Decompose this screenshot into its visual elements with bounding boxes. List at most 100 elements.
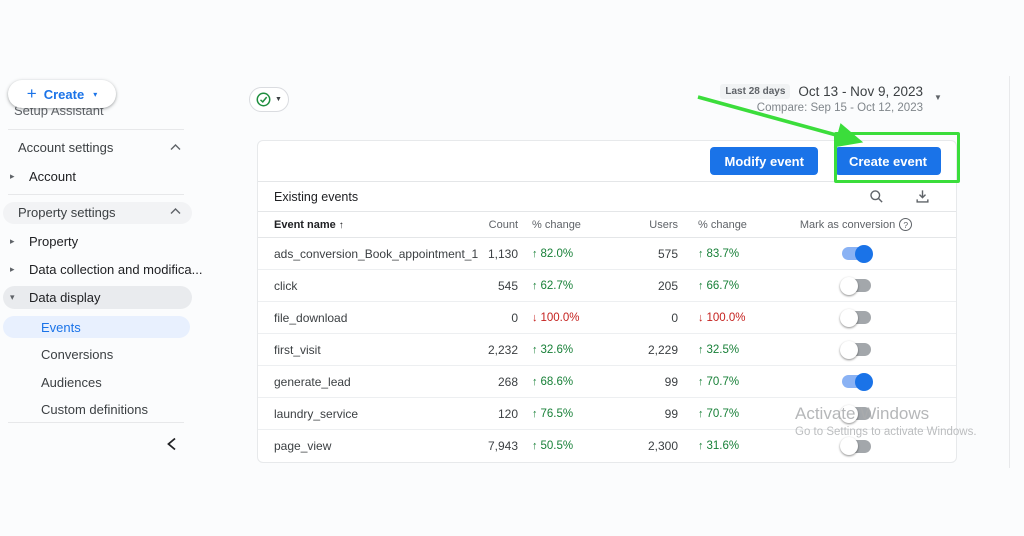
expand-arrow-icon: ▸ bbox=[10, 236, 15, 246]
conversion-toggle[interactable] bbox=[839, 404, 871, 423]
toggle-knob bbox=[839, 340, 858, 359]
count-change: ↓ 100.0% bbox=[526, 312, 606, 324]
conversion-toggle[interactable] bbox=[841, 244, 873, 263]
download-button[interactable] bbox=[915, 189, 930, 204]
table-row: click 545 ↑ 62.7% 205 ↑ 66.7% bbox=[258, 270, 956, 302]
toggle-knob bbox=[839, 404, 858, 423]
date-compare-text: Compare: Sep 15 - Oct 12, 2023 bbox=[756, 102, 923, 114]
count-change: ↑ 32.6% bbox=[526, 344, 606, 356]
chevron-up-icon[interactable] bbox=[170, 208, 181, 215]
users-change: ↑ 70.7% bbox=[692, 376, 772, 388]
toggle-knob bbox=[854, 244, 873, 263]
chevron-down-icon: ▾ bbox=[93, 89, 98, 99]
sidebar-item-audiences[interactable]: Audiences bbox=[41, 375, 102, 390]
column-event-name[interactable]: Event name ↑ bbox=[274, 219, 464, 231]
events-filter-pill[interactable]: ▼ bbox=[249, 87, 289, 112]
count-change: ↑ 76.5% bbox=[526, 408, 606, 420]
collapse-sidebar-button[interactable] bbox=[162, 434, 182, 454]
column-users[interactable]: Users bbox=[606, 219, 678, 231]
users-change-value: 32.5% bbox=[706, 343, 740, 356]
table-title: Existing events bbox=[274, 189, 359, 204]
count-change: ↑ 68.6% bbox=[526, 376, 606, 388]
sidebar-item-data-collection[interactable]: ▸ Data collection and modifica... bbox=[10, 262, 202, 277]
column-users-change[interactable]: % change bbox=[692, 219, 772, 231]
event-users: 205 bbox=[657, 278, 678, 293]
toggle-knob bbox=[839, 308, 858, 327]
check-circle-icon bbox=[256, 92, 271, 107]
change-arrow-icon: ↓ bbox=[698, 311, 704, 324]
conversion-toggle[interactable] bbox=[839, 276, 871, 295]
sidebar-item-events-bg bbox=[3, 316, 190, 338]
change-arrow-icon: ↑ bbox=[532, 279, 538, 292]
sidebar-item-data-display[interactable]: ▾ Data display bbox=[10, 290, 101, 305]
sidebar-item-label: Audiences bbox=[41, 375, 102, 390]
conversion-toggle[interactable] bbox=[841, 372, 873, 391]
section-property-settings[interactable]: Property settings bbox=[18, 205, 116, 220]
table-row: generate_lead 268 ↑ 68.6% 99 ↑ 70.7% bbox=[258, 366, 956, 398]
sidebar-item-account[interactable]: ▸ Account bbox=[10, 169, 76, 184]
create-event-button[interactable]: Create event bbox=[834, 147, 941, 175]
toggle-knob bbox=[839, 276, 858, 295]
conversion-toggle[interactable] bbox=[839, 308, 871, 327]
users-change-value: 66.7% bbox=[706, 279, 740, 292]
sidebar-item-events[interactable]: Events bbox=[41, 320, 81, 335]
event-users: 2,229 bbox=[647, 342, 678, 357]
count-change-value: 50.5% bbox=[540, 440, 574, 452]
count-change-value: 68.6% bbox=[540, 375, 574, 388]
event-count: 268 bbox=[497, 374, 518, 389]
search-icon bbox=[870, 190, 883, 203]
event-count: 0 bbox=[511, 310, 518, 325]
chevron-down-icon: ▼ bbox=[275, 96, 282, 103]
users-change-value: 83.7% bbox=[706, 247, 740, 260]
divider bbox=[8, 194, 184, 195]
conversion-toggle[interactable] bbox=[839, 340, 871, 359]
create-button-label: Create bbox=[43, 86, 85, 102]
sidebar-item-label: Account bbox=[29, 169, 76, 184]
sidebar-item-property[interactable]: ▸ Property bbox=[10, 234, 78, 249]
count-change: ↑ 62.7% bbox=[526, 280, 606, 292]
help-icon[interactable]: ? bbox=[899, 218, 913, 231]
sidebar-item-label: Events bbox=[41, 320, 81, 335]
sort-ascending-icon: ↑ bbox=[338, 219, 344, 231]
chevron-down-icon[interactable]: ▼ bbox=[934, 93, 942, 102]
change-arrow-icon: ↑ bbox=[532, 247, 538, 260]
column-count-change[interactable]: % change bbox=[526, 219, 606, 231]
chevron-up-icon[interactable] bbox=[170, 144, 181, 151]
divider bbox=[8, 129, 184, 130]
change-arrow-icon: ↑ bbox=[698, 343, 704, 356]
count-change: ↑ 50.5% bbox=[526, 440, 606, 452]
sidebar-item-label: Data display bbox=[29, 290, 101, 305]
toggle-knob bbox=[839, 437, 858, 455]
change-arrow-icon: ↑ bbox=[532, 343, 538, 356]
table-row: page_view 7,943 ↑ 50.5% 2,300 ↑ 31.6% bbox=[258, 430, 956, 462]
change-arrow-icon: ↑ bbox=[698, 247, 704, 260]
users-change: ↓ 100.0% bbox=[692, 312, 772, 324]
conversion-toggle[interactable] bbox=[839, 437, 871, 455]
expand-arrow-icon: ▸ bbox=[10, 264, 15, 274]
expand-arrow-icon: ▸ bbox=[10, 171, 15, 181]
count-change-value: 82.0% bbox=[540, 247, 574, 260]
users-change-value: 100.0% bbox=[706, 311, 746, 324]
event-name: generate_lead bbox=[274, 374, 351, 389]
users-change: ↑ 83.7% bbox=[692, 248, 772, 260]
modify-event-button[interactable]: Modify event bbox=[710, 147, 818, 175]
sidebar-item-conversions[interactable]: Conversions bbox=[41, 347, 113, 362]
sidebar-item-label: Property bbox=[29, 234, 79, 249]
events-card: Modify event Create event Existing event… bbox=[257, 140, 957, 463]
users-change: ↑ 31.6% bbox=[692, 440, 772, 452]
search-button[interactable] bbox=[869, 189, 884, 204]
users-change: ↑ 32.5% bbox=[692, 344, 772, 356]
plus-icon: + bbox=[26, 83, 37, 103]
create-button[interactable]: + Create ▾ bbox=[8, 80, 116, 108]
section-label: Property settings bbox=[18, 205, 116, 220]
table-row: ads_conversion_Book_appointment_1 1,130 … bbox=[258, 238, 956, 270]
sidebar-item-label: Conversions bbox=[41, 347, 114, 362]
date-range-selector[interactable]: Last 28 days Oct 13 - Nov 9, 2023 Compar… bbox=[720, 84, 923, 114]
events-toolbar: Modify event Create event bbox=[258, 141, 956, 182]
event-users: 99 bbox=[664, 374, 678, 389]
page: Setup Assistant + Create ▾ Account setti… bbox=[0, 0, 1024, 536]
sidebar-item-custom-definitions[interactable]: Custom definitions bbox=[41, 402, 148, 417]
column-count[interactable]: Count bbox=[464, 219, 518, 231]
section-account-settings[interactable]: Account settings bbox=[18, 140, 113, 155]
count-change-value: 76.5% bbox=[540, 407, 574, 420]
